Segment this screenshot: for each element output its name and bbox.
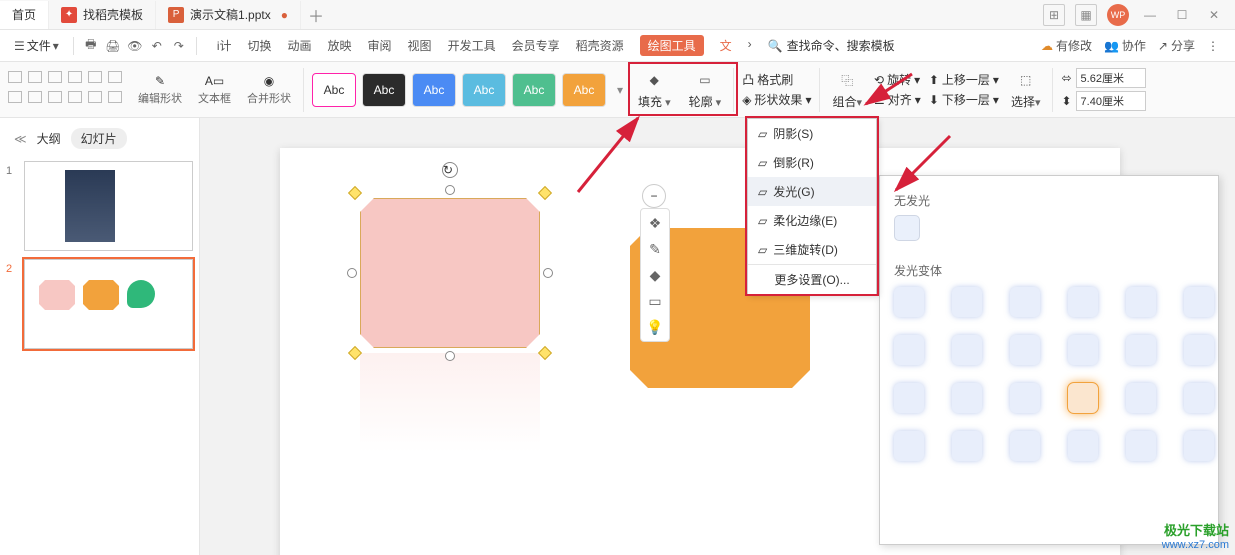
width-input[interactable] (1076, 68, 1146, 88)
bulb-icon[interactable]: 💡 (645, 317, 665, 337)
tab-animation[interactable]: 动画 (288, 35, 312, 56)
tab-text[interactable]: 文 (720, 35, 732, 56)
select-button[interactable]: ⬚选择▾ (1007, 69, 1045, 110)
zoom-out[interactable]: − (642, 184, 666, 208)
tab-templates[interactable]: ✦找稻壳模板 (49, 1, 156, 29)
effect-glow[interactable]: ▱ 发光(G) (748, 177, 876, 206)
titlebar: 首页 ✦找稻壳模板 P演示文稿1.pptx● ＋ ⊞ ▦ WP — ☐ ✕ (0, 0, 1235, 30)
format-painter[interactable]: 凸 格式刷 (742, 71, 811, 88)
textbox-group[interactable]: A▭文本框 (194, 74, 235, 106)
thumb-1[interactable]: 1 (6, 161, 193, 251)
stroke-icon[interactable]: ▭ (645, 291, 665, 311)
tab-document[interactable]: P演示文稿1.pptx● (156, 1, 301, 29)
rotate-handle[interactable]: ↻ (442, 162, 458, 178)
undo-icon[interactable]: ↶ (148, 37, 166, 55)
glow-none[interactable] (894, 215, 920, 241)
save-icon[interactable]: 🖶 (82, 37, 100, 55)
style-5[interactable]: Abc (512, 73, 556, 107)
watermark: 极光下载站 www.xz7.com (1162, 520, 1229, 551)
style-4[interactable]: Abc (462, 73, 506, 107)
more-menu[interactable]: ⋮ (1207, 39, 1219, 53)
glow-submenu: 无发光 发光变体 (879, 175, 1219, 545)
collab-button[interactable]: 👥 协作 (1104, 37, 1146, 54)
selection-handles[interactable]: ↻ (352, 190, 548, 356)
tab-review[interactable]: 审阅 (368, 35, 392, 56)
width-icon: ⬄ (1061, 71, 1071, 85)
ribbon-toolbar: ✎编辑形状 A▭文本框 ◉合并形状 Abc Abc Abc Abc Abc Ab… (0, 62, 1235, 118)
reflection (360, 353, 540, 453)
ribbon-tabs: i计 切换 动画 放映 审阅 视图 开发工具 会员专享 稻壳资源 绘图工具 文 … (217, 35, 752, 56)
style-6[interactable]: Abc (562, 73, 606, 107)
effect-soft-edges[interactable]: ▱ 柔化边缘(E) (748, 206, 876, 235)
fill-button[interactable]: ◆填充 ▾ (634, 69, 675, 110)
style-2[interactable]: Abc (362, 73, 406, 107)
bring-forward[interactable]: ⬆ 上移一层▾ (929, 71, 999, 88)
tab-dev[interactable]: 开发工具 (448, 35, 496, 56)
avatar[interactable]: WP (1107, 4, 1129, 26)
print-icon[interactable]: 🖨 (104, 37, 122, 55)
rotate-button[interactable]: ⟲ 旋转▾ (874, 71, 921, 88)
tab-member[interactable]: 会员专享 (512, 35, 560, 56)
height-icon: ⬍ (1061, 94, 1071, 108)
redo-icon[interactable]: ↷ (170, 37, 188, 55)
style-3[interactable]: Abc (412, 73, 456, 107)
shape-gallery[interactable] (8, 71, 126, 109)
effects-menu: ▱ 阴影(S) ▱ 倒影(R) ▱ 发光(G) ▱ 柔化边缘(E) ▱ 三维旋转… (747, 118, 877, 295)
tab-more[interactable]: › (748, 35, 752, 56)
share-button[interactable]: ↗ 分享 (1158, 37, 1195, 54)
glow-grid (894, 287, 1204, 461)
logo-icon: ✦ (61, 7, 77, 23)
layout-icon[interactable]: ⊞ (1043, 4, 1065, 26)
merge-shapes[interactable]: ◉合并形状 (243, 74, 295, 106)
stroke-button[interactable]: ▭轮廓 ▾ (685, 69, 726, 110)
window-controls: ⊞ ▦ WP — ☐ ✕ (1043, 4, 1235, 26)
effect-shadow[interactable]: ▱ 阴影(S) (748, 119, 876, 148)
preview-icon[interactable]: 👁 (126, 37, 144, 55)
collapse-panel[interactable]: ≪ (14, 132, 27, 146)
has-changes[interactable]: ☁ 有修改 (1041, 37, 1092, 54)
outline-tab[interactable]: 大纲 (37, 130, 61, 147)
dirty-icon: ● (281, 8, 288, 22)
tab-drawing-tools[interactable]: 绘图工具 (640, 35, 704, 56)
dimensions: ⬄ ⬍ (1061, 68, 1145, 111)
thumb-2[interactable]: 2 (6, 259, 193, 349)
tab-home[interactable]: 首页 (0, 1, 49, 29)
tab-transition[interactable]: 切换 (247, 35, 271, 56)
tab-view[interactable]: 视图 (408, 35, 432, 56)
send-backward[interactable]: ⬇ 下移一层▾ (929, 91, 999, 108)
effect-reflect[interactable]: ▱ 倒影(R) (748, 148, 876, 177)
group-button[interactable]: ⿻组合▾ (828, 69, 866, 110)
effect-3d-rotate[interactable]: ▱ 三维旋转(D) (748, 235, 876, 264)
tab-design[interactable]: i计 (217, 35, 232, 56)
slide-panel: ≪ 大纲 幻灯片 1 2 (0, 118, 200, 555)
align-button[interactable]: ☰ 对齐▾ (874, 91, 921, 108)
style-1[interactable]: Abc (312, 73, 356, 107)
pen-icon[interactable]: ✎ (645, 239, 665, 259)
apps-icon[interactable]: ▦ (1075, 4, 1097, 26)
maximize-button[interactable]: ☐ (1171, 4, 1193, 26)
tab-resources[interactable]: 稻壳资源 (576, 35, 624, 56)
edit-shape-group[interactable]: ✎编辑形状 (134, 74, 186, 106)
effect-more[interactable]: 更多设置(O)... (748, 264, 876, 294)
glow-variants-label: 发光变体 (894, 262, 1204, 279)
tab-play[interactable]: 放映 (328, 35, 352, 56)
fill-icon[interactable]: ◆ (645, 265, 665, 285)
ppt-icon: P (168, 7, 184, 23)
close-button[interactable]: ✕ (1203, 4, 1225, 26)
layers-icon[interactable]: ❖ (645, 213, 665, 233)
glow-none-label: 无发光 (894, 192, 1204, 209)
menubar: ☰ 文件 ▾ 🖶 🖨 👁 ↶ ↷ i计 切换 动画 放映 审阅 视图 开发工具 … (0, 30, 1235, 62)
menu-hamburger[interactable]: ☰ 文件 ▾ (8, 33, 65, 58)
slides-tab[interactable]: 幻灯片 (71, 128, 127, 149)
height-input[interactable] (1076, 91, 1146, 111)
style-more[interactable]: ▾ (614, 83, 626, 97)
search-box[interactable]: 🔍 查找命令、搜索模板 (768, 37, 908, 54)
style-gallery[interactable]: Abc Abc Abc Abc Abc Abc (312, 73, 606, 107)
quick-toolbar: ❖ ✎ ◆ ▭ 💡 (640, 208, 670, 342)
minimize-button[interactable]: — (1139, 4, 1161, 26)
add-tab-button[interactable]: ＋ (301, 3, 331, 27)
shape-effects[interactable]: ◈ 形状效果 ▾ (742, 91, 811, 108)
glow-swatch[interactable] (894, 287, 924, 317)
